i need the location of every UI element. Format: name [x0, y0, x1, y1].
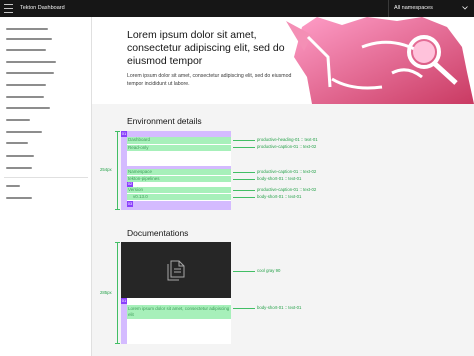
spec-label: productive-heading-01 :: text-01	[257, 137, 318, 142]
menu-icon[interactable]	[4, 4, 13, 13]
height-measure-label: 285px	[100, 290, 112, 295]
height-measure-label: 254px	[100, 167, 112, 172]
spacing-overlay	[121, 201, 231, 210]
spec-leader-line	[233, 197, 255, 198]
spec-leader-line	[233, 271, 255, 272]
spec-label: productive-caption-01 :: text-02	[257, 187, 317, 192]
document-icon	[167, 260, 185, 281]
tekton-cat-illustration-icon	[286, 17, 474, 104]
sidebar-item[interactable]	[6, 72, 54, 74]
sidebar-item[interactable]	[6, 167, 32, 169]
namespace-select[interactable]: All namespaces	[388, 0, 474, 17]
sidebar-item[interactable]	[6, 155, 34, 157]
height-measure-line	[117, 242, 118, 344]
env-dashboard-label: Dashboard	[128, 137, 151, 142]
spec-leader-line	[233, 308, 255, 309]
spec-label: productive-caption-01 :: text-02	[257, 169, 317, 174]
documentation-section-title: Documentations	[127, 228, 189, 238]
dashboard-page: Tekton Dashboard All namespaces Lorem ip…	[0, 0, 474, 356]
spec-label: body-short-01 :: text-01	[257, 194, 302, 199]
sidebar-item[interactable]	[6, 96, 44, 98]
welcome-hero: Lorem ipsum dolor sit amet, consectetur …	[92, 17, 474, 104]
spec-label: productive-caption-01 :: text-02	[257, 144, 317, 149]
env-version-label: Version	[128, 187, 144, 192]
sidebar-item[interactable]	[6, 142, 28, 144]
sidebar-item[interactable]	[6, 185, 20, 187]
env-version-value: v0.13.0	[133, 194, 148, 199]
spec-label: body-short-01 :: text-01	[257, 176, 302, 181]
spec-leader-line	[233, 147, 255, 148]
sidebar-item[interactable]	[6, 131, 42, 133]
sidebar	[0, 17, 92, 356]
chevron-down-icon	[462, 6, 468, 10]
height-measure-tick	[115, 131, 120, 132]
height-measure-tick	[115, 242, 120, 243]
env-namespace-value: tekton-pipelines	[128, 176, 160, 181]
spec-leader-line	[233, 172, 255, 173]
sidebar-item[interactable]	[6, 107, 50, 109]
height-measure-tick	[115, 209, 120, 210]
env-dashboard-value: Read-only	[128, 145, 149, 150]
spacing-badge: 03	[127, 201, 133, 207]
spec-label: cool gray 90	[257, 268, 281, 273]
sidebar-divider	[4, 177, 88, 178]
sidebar-item[interactable]	[6, 84, 46, 86]
sidebar-item[interactable]	[6, 197, 32, 199]
environment-section-title: Environment details	[127, 116, 202, 126]
height-measure-tick	[115, 343, 120, 344]
sidebar-item[interactable]	[6, 49, 46, 51]
app-title[interactable]: Tekton Dashboard	[20, 4, 65, 12]
documentation-card-text: Lorem ipsum dolor sit amet, consectetur …	[128, 306, 230, 318]
namespace-select-value: All namespaces	[394, 5, 433, 11]
spacing-badge: 01	[121, 298, 127, 304]
header: Tekton Dashboard All namespaces	[0, 0, 474, 17]
height-measure-line	[117, 131, 118, 210]
sidebar-item[interactable]	[6, 28, 48, 30]
sidebar-item[interactable]	[6, 61, 56, 63]
env-namespace-label: Namespace	[128, 169, 153, 174]
spec-leader-line	[233, 140, 255, 141]
spec-leader-line	[233, 190, 255, 191]
sidebar-item[interactable]	[6, 38, 52, 40]
sidebar-item[interactable]	[6, 119, 30, 121]
spec-label: body-short-01 :: text-01	[257, 305, 302, 310]
spec-leader-line	[233, 179, 255, 180]
